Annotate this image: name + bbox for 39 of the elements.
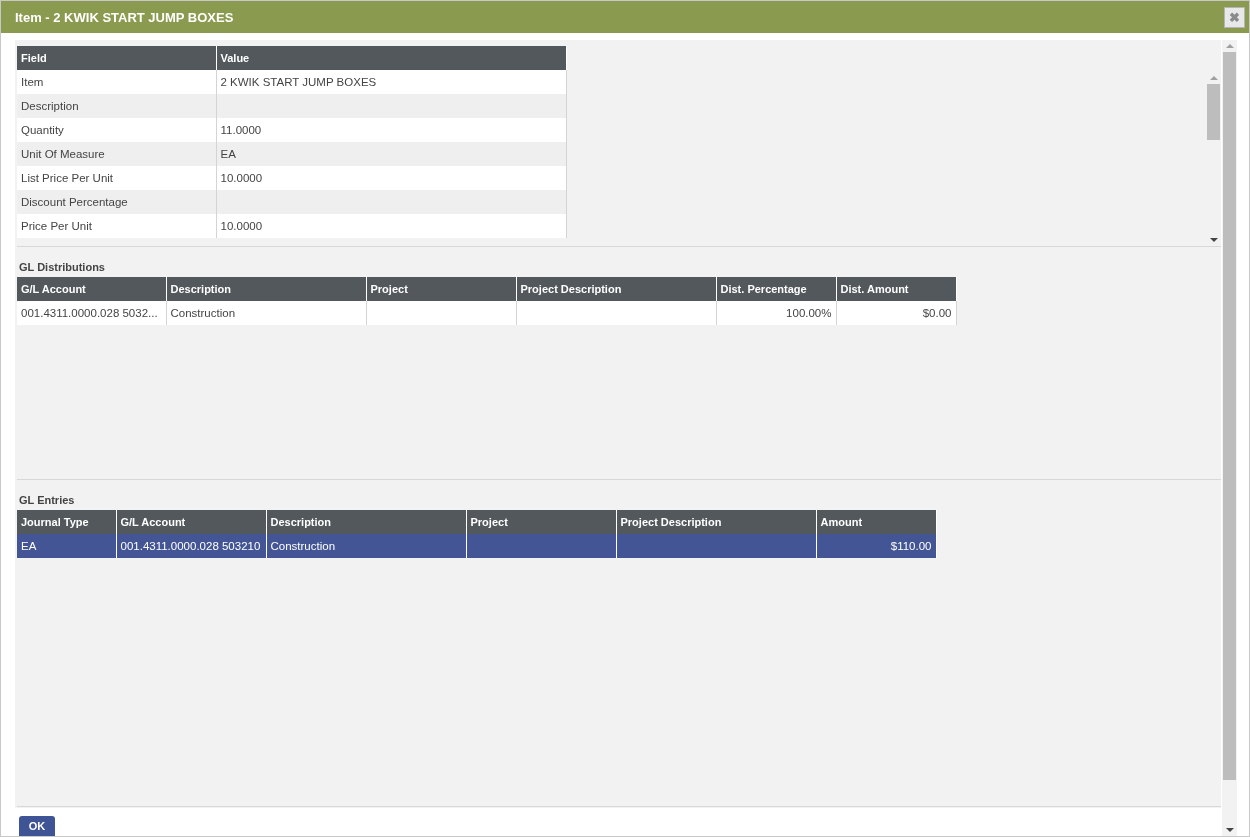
column-header: G/L Account xyxy=(116,510,266,534)
table-cell: 001.4311.0000.028 5032... xyxy=(17,301,166,325)
column-header: Project xyxy=(366,277,516,301)
table-cell: 10.0000 xyxy=(216,214,566,238)
window-title: Item - 2 KWIK START JUMP BOXES xyxy=(15,9,234,25)
table-cell: 2 KWIK START JUMP BOXES xyxy=(216,70,566,94)
ok-button[interactable]: OK xyxy=(19,816,55,836)
table-cell: Construction xyxy=(266,534,466,558)
column-header: Value xyxy=(216,46,566,70)
table-cell: Item xyxy=(17,70,216,94)
column-header: Project Description xyxy=(616,510,816,534)
table-cell: Price Per Unit xyxy=(17,214,216,238)
column-header: Dist. Percentage xyxy=(716,277,836,301)
table-cell: Unit Of Measure xyxy=(17,142,216,166)
column-header: G/L Account xyxy=(17,277,166,301)
table-cell: 001.4311.0000.028 503210 xyxy=(116,534,266,558)
column-header: Journal Type xyxy=(17,510,116,534)
section-title: GL Entries xyxy=(18,493,76,508)
table-cell: EA xyxy=(216,142,566,166)
table-cell: List Price Per Unit xyxy=(17,166,216,190)
column-header: Field xyxy=(17,46,216,70)
column-header: Description xyxy=(166,277,366,301)
table-cell: 11.0000 xyxy=(216,118,566,142)
table-cell: $110.00 xyxy=(816,534,936,558)
scrollbar[interactable] xyxy=(1222,40,1237,836)
table-cell: Discount Percentage xyxy=(17,190,216,214)
section-title: GL Distributions xyxy=(18,260,106,275)
table-cell: Quantity xyxy=(17,118,216,142)
table-cell: EA xyxy=(17,534,116,558)
column-header: Project Description xyxy=(516,277,716,301)
table-cell: 100.00% xyxy=(716,301,836,325)
column-header: Description xyxy=(266,510,466,534)
column-header: Dist. Amount xyxy=(836,277,956,301)
table-cell: $0.00 xyxy=(836,301,956,325)
table-cell: 10.0000 xyxy=(216,166,566,190)
column-header: Amount xyxy=(816,510,936,534)
table-cell: Description xyxy=(17,94,216,118)
column-header: Project xyxy=(466,510,616,534)
table-cell: Construction xyxy=(166,301,366,325)
